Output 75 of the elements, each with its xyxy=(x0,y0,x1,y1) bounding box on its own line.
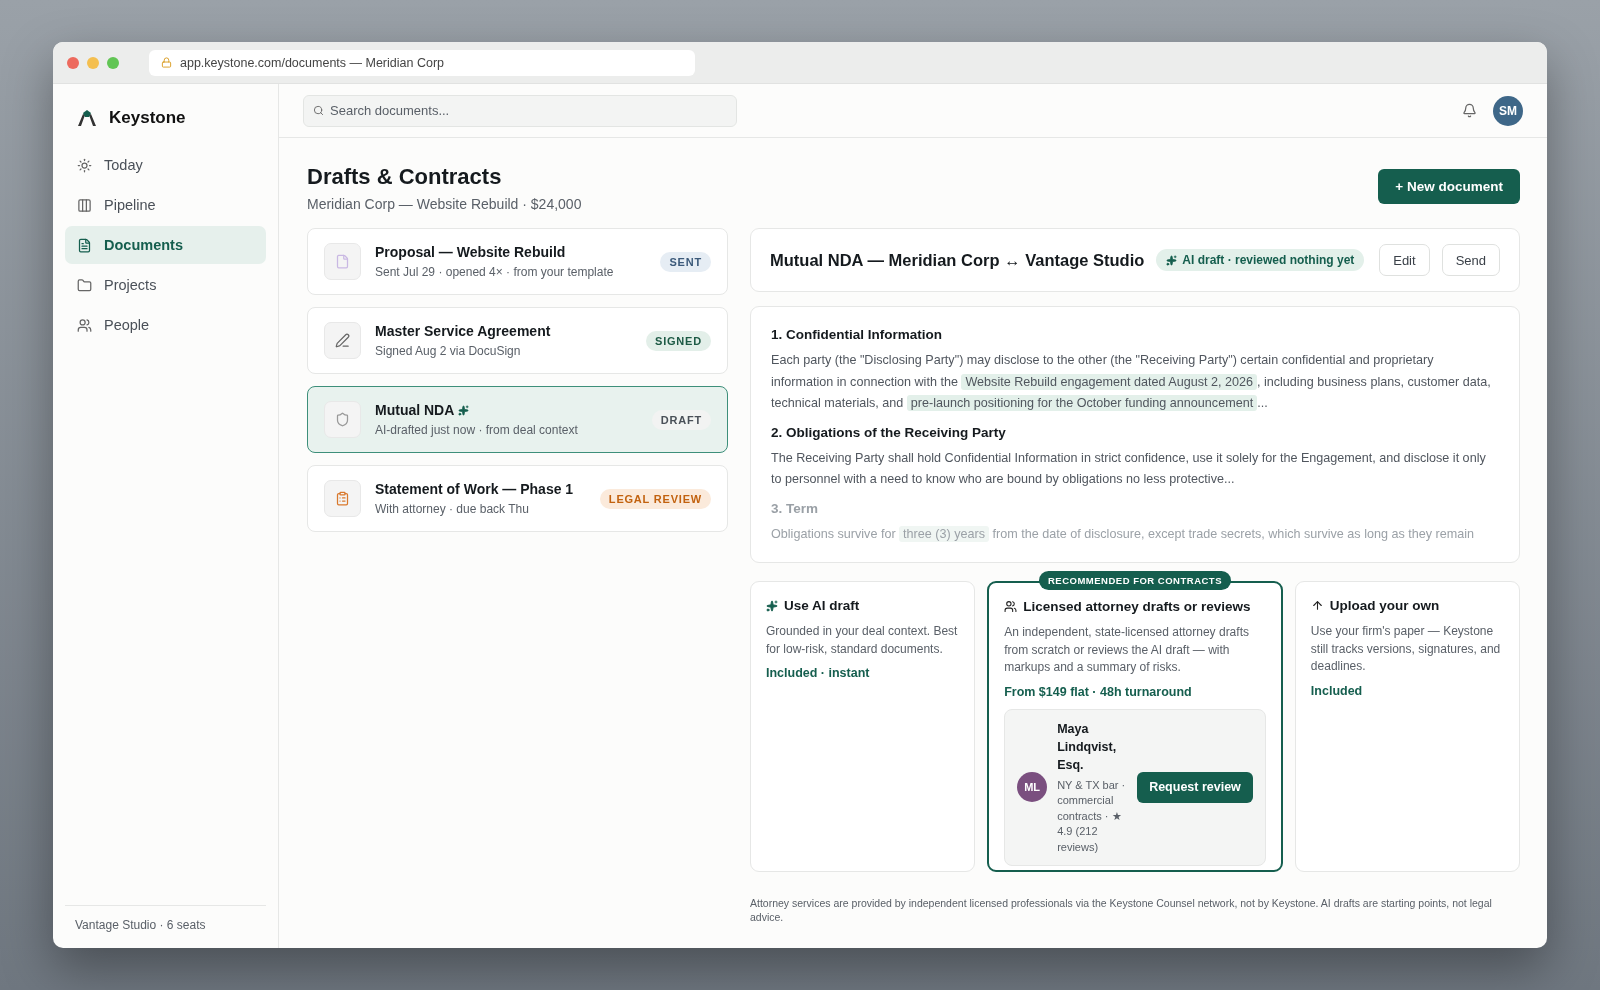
request-review-button[interactable]: Request review xyxy=(1137,771,1253,803)
nav-icon xyxy=(77,197,92,213)
option-title: Licensed attorney drafts or reviews xyxy=(1023,599,1251,614)
section-heading: 2. Obligations of the Receiving Party xyxy=(771,424,1007,440)
option-title: Upload your own xyxy=(1329,598,1440,613)
lock-icon xyxy=(161,57,172,68)
arrow-up-icon xyxy=(1310,599,1324,612)
document-card[interactable]: Mutual NDA AI-drafted just now · from deal context DRAFT xyxy=(307,386,728,453)
document-title: Statement of Work — Phase 1 xyxy=(375,481,574,497)
bell-icon[interactable] xyxy=(1462,103,1477,118)
nav-item[interactable]: Pipeline xyxy=(65,186,266,224)
brand-name: Keystone xyxy=(109,108,186,128)
document-meta: Signed Aug 2 via DocuSign xyxy=(375,344,522,358)
document-icon xyxy=(335,254,350,269)
attorney-details: NY & TX bar · commercial contracts · ★ 4.9 (212 reviews) xyxy=(1057,777,1127,855)
disclaimer-text: Attorney services are provided by independent licensed professionals via the Keystone Counsel network, not by Keystone. AI drafts are starting points, not legal advice. xyxy=(750,896,1493,924)
shield-icon xyxy=(335,412,350,427)
option-price: From $149 flat · 48h turnaround xyxy=(1004,684,1193,699)
document-title: Mutual NDA xyxy=(375,402,455,418)
status-badge: SIGNED xyxy=(646,330,711,351)
action-button[interactable]: Send xyxy=(1441,244,1500,276)
ai-draft-badge: AI draft · reviewed nothing yet xyxy=(1156,249,1365,271)
document-title: Proposal — Website Rebuild xyxy=(375,244,566,260)
close-icon[interactable] xyxy=(67,56,79,69)
sparkle-icon xyxy=(766,599,778,612)
recommended-badge: RECOMMENDED FOR CONTRACTS xyxy=(1039,571,1231,590)
status-badge: SENT xyxy=(660,251,711,272)
status-badge: DRAFT xyxy=(651,409,711,430)
section-text: Each party (the "Disclosing Party") may disclose to the other (the "Receiving Party") certain confidential and proprietary information in connection with the Website Rebuild engagement dated August 2, 2026 , including business plans, customer data, technical materials, and pre-launch positioning for the October funding announcement ... xyxy=(771,352,1492,413)
document-card[interactable]: Statement of Work — Phase 1 With attorney · due back Thu LEGAL REVIEW xyxy=(307,465,728,532)
section-text: The Receiving Party shall hold Confidential Information in strict confidence, use it solely for the Engagement, and disclose it only to personnel with a need to know who are bound by obligations no less protective... xyxy=(771,449,1487,488)
document-meta: Sent Jul 29 · opened 4× · from your template xyxy=(375,265,615,279)
document-title: Master Service Agreement xyxy=(375,323,551,339)
document-meta: AI-drafted just now · from deal context xyxy=(375,423,579,437)
document-card[interactable]: Proposal — Website Rebuild Sent Jul 29 · opened 4× · from your template SENT xyxy=(307,228,728,295)
maximize-icon[interactable] xyxy=(107,56,119,69)
address-bar[interactable]: app.keystone.com/documents — Meridian Corp xyxy=(149,49,695,76)
search-icon xyxy=(313,104,324,116)
nav-icon xyxy=(77,317,92,333)
option-description: Use your firm's paper — Keystone still tracks versions, signatures, and deadlines. xyxy=(1310,623,1502,675)
preview-title: Mutual NDA — Meridian Corp ↔ Vantage Studio xyxy=(770,250,1145,270)
section-heading: 3. Term xyxy=(771,500,820,516)
nav-icon xyxy=(77,157,92,173)
nav-icon xyxy=(77,237,92,253)
option-price: Included xyxy=(1310,683,1364,698)
section-heading: 1. Confidential Information xyxy=(771,327,943,342)
pen-icon xyxy=(335,333,350,348)
nav-item[interactable]: Projects xyxy=(65,266,266,304)
option-card[interactable]: Use AI draft Grounded in your deal context. Best for low-risk, standard documents. Included · instant xyxy=(750,581,976,872)
clipboard-icon xyxy=(335,491,350,506)
people-icon xyxy=(1004,600,1018,613)
page-subtitle: Meridian Corp — Website Rebuild · $24,000 xyxy=(307,196,582,212)
new-document-button[interactable]: + New document xyxy=(1378,169,1520,204)
option-title: Use AI draft xyxy=(784,598,860,613)
option-description: An independent, state-licensed attorney drafts from scratch or reviews the AI draft — with markups and a summary of risks. xyxy=(1004,624,1250,676)
status-badge: LEGAL REVIEW xyxy=(599,488,711,509)
action-button[interactable]: Edit xyxy=(1379,244,1430,276)
nav-item[interactable]: Documents xyxy=(65,226,266,264)
logo-icon xyxy=(77,109,97,127)
section-text: Obligations survive for three (3) years from the date of disclosure, except trade secrets, which survive as long as they remain xyxy=(771,524,1476,544)
option-price: Included · instant xyxy=(766,666,871,680)
nav-item[interactable]: People xyxy=(65,306,266,344)
search-field[interactable]: Search documents... xyxy=(303,94,737,127)
document-card[interactable]: Master Service Agreement Signed Aug 2 via DocuSign SIGNED xyxy=(307,307,728,374)
page-title: Drafts & Contracts xyxy=(307,164,503,190)
user-avatar[interactable]: SM xyxy=(1493,95,1523,126)
attorney-name: Maya Lindqvist, Esq. xyxy=(1057,720,1118,774)
option-card[interactable]: Upload your own Use your firm's paper — Keystone still tracks versions, signatures, and deadlines. Included xyxy=(1294,581,1520,872)
option-description: Grounded in your deal context. Best for low-risk, standard documents. xyxy=(766,623,959,658)
nav-item[interactable]: Today xyxy=(65,146,266,184)
document-meta: With attorney · due back Thu xyxy=(375,502,530,516)
attorney-avatar: ML xyxy=(1017,772,1048,803)
nav-icon xyxy=(77,277,92,293)
workspace-label: Vantage Studio · 6 seats xyxy=(65,905,266,932)
minimize-icon[interactable] xyxy=(87,56,99,69)
